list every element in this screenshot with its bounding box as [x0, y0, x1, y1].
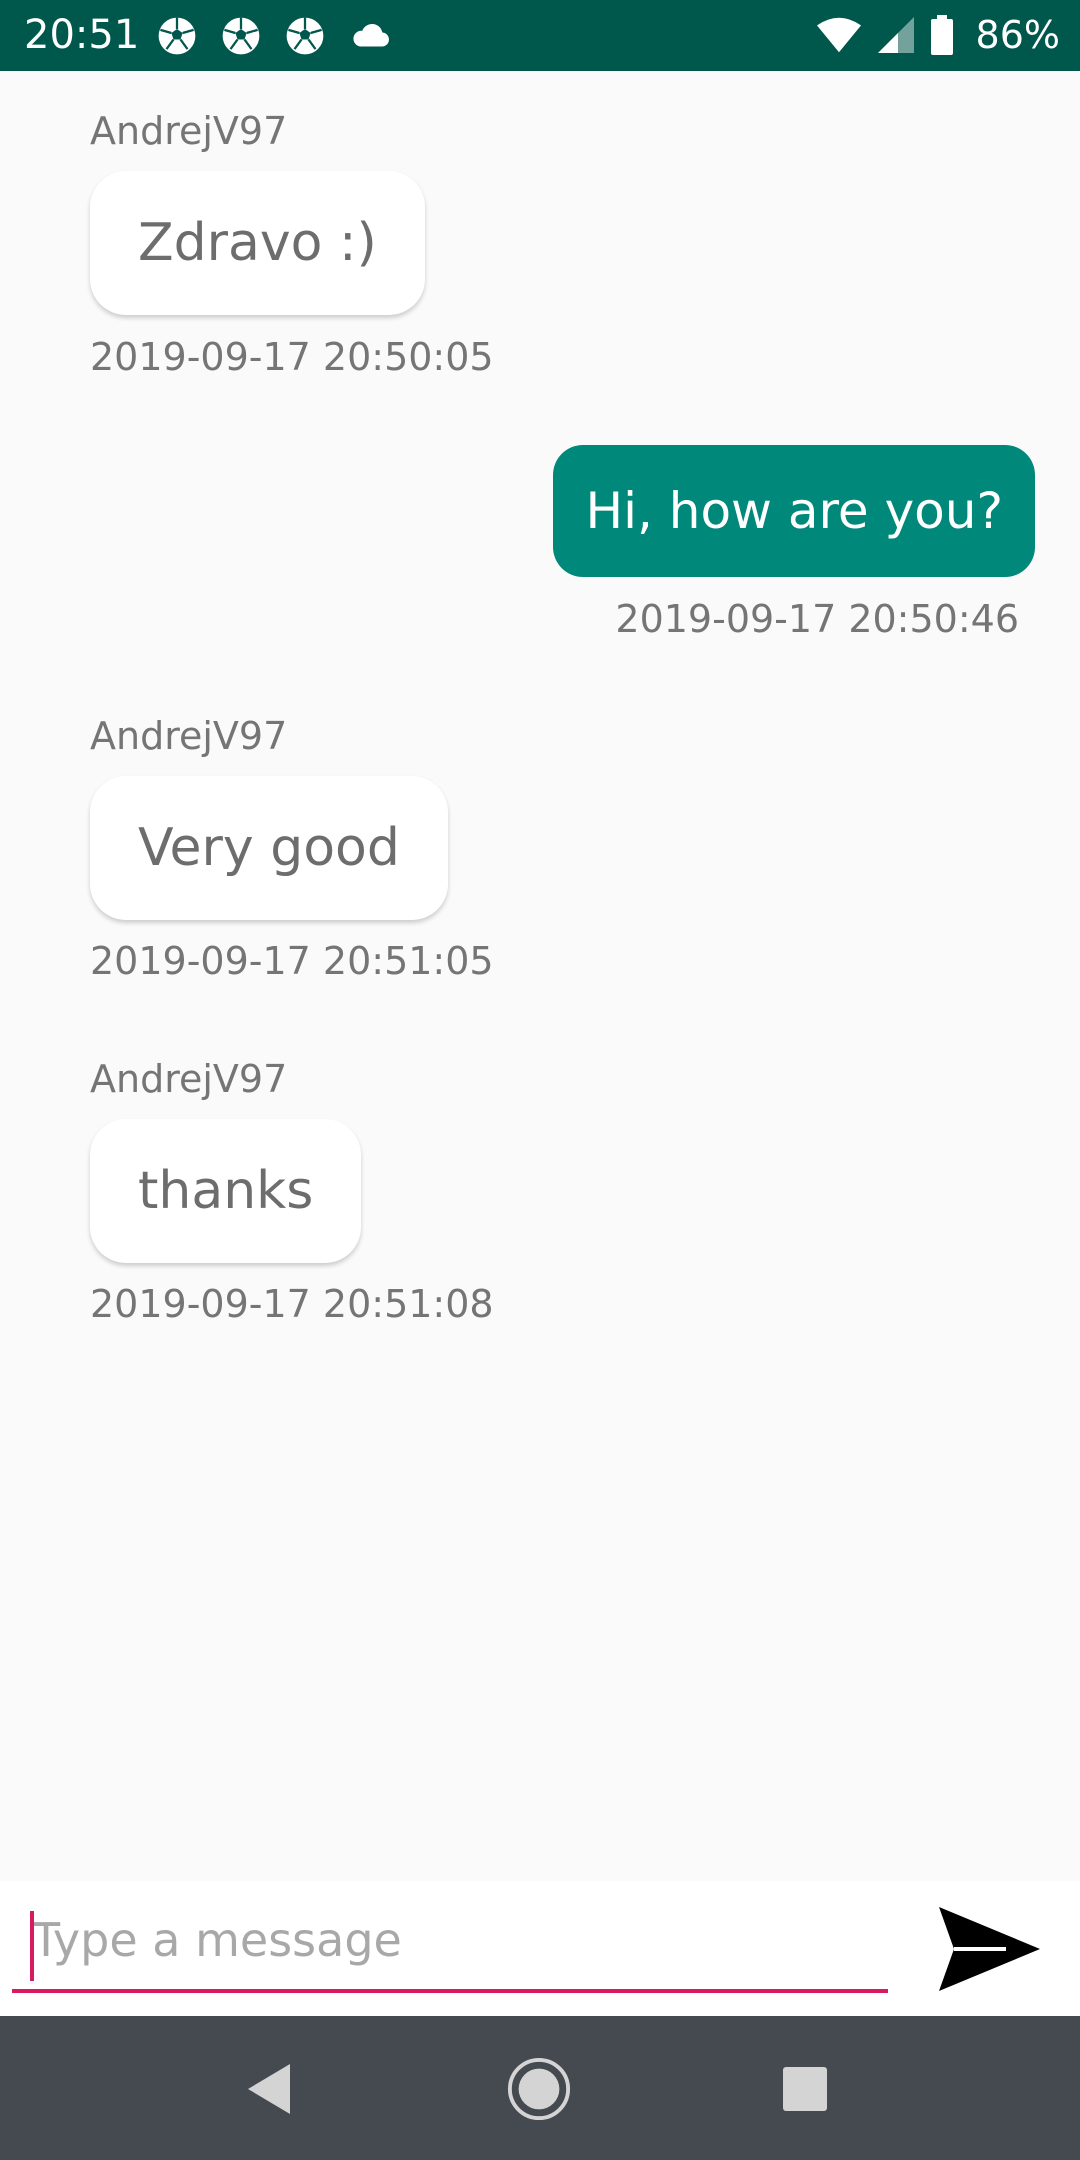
incoming-message-bubble[interactable]: thanks: [90, 1119, 362, 1263]
recents-icon: [783, 2067, 827, 2111]
status-bar: 20:51 86%: [0, 0, 1080, 71]
soccer-ball-icon: [222, 17, 260, 55]
text-cursor: [30, 1911, 34, 1981]
message-timestamp: 2019-09-17 20:50:46: [615, 597, 1019, 641]
message-timestamp: 2019-09-17 20:50:05: [90, 335, 494, 379]
send-icon: [939, 1907, 1040, 1991]
outgoing-message-bubble[interactable]: Hi, how are you?: [553, 445, 1035, 577]
send-button[interactable]: [930, 1899, 1050, 1999]
cloud-icon: [353, 23, 389, 47]
input-underline: [12, 1989, 888, 1993]
incoming-message-bubble[interactable]: Very good: [90, 776, 448, 920]
wifi-icon: [816, 17, 861, 53]
navigation-bar: [0, 2016, 1080, 2160]
message-sender: AndrejV97: [90, 1057, 288, 1101]
recents-button[interactable]: [772, 2056, 838, 2122]
message-timestamp: 2019-09-17 20:51:05: [90, 939, 494, 983]
incoming-message-bubble[interactable]: Zdravo :): [90, 171, 425, 315]
chat-message-list[interactable]: AndrejV97 Zdravo :) 2019-09-17 20:50:05 …: [0, 71, 1080, 1881]
battery-icon: [930, 15, 953, 55]
system-status-icons: 86%: [816, 10, 1060, 60]
back-icon: [248, 2064, 290, 2114]
soccer-ball-icon: [286, 17, 324, 55]
status-time: 20:51: [24, 12, 140, 58]
notification-icons: [156, 14, 394, 58]
home-button[interactable]: [506, 2056, 572, 2122]
battery-percentage: 86%: [975, 13, 1060, 57]
home-icon: [507, 2057, 571, 2121]
cell-signal-icon: [877, 17, 914, 53]
message-sender: AndrejV97: [90, 714, 288, 758]
back-button[interactable]: [236, 2056, 302, 2122]
soccer-ball-icon: [158, 17, 196, 55]
message-timestamp: 2019-09-17 20:51:08: [90, 1282, 494, 1326]
message-input[interactable]: [12, 1905, 888, 1975]
message-composer: [0, 1881, 1080, 2016]
message-sender: AndrejV97: [90, 109, 288, 153]
